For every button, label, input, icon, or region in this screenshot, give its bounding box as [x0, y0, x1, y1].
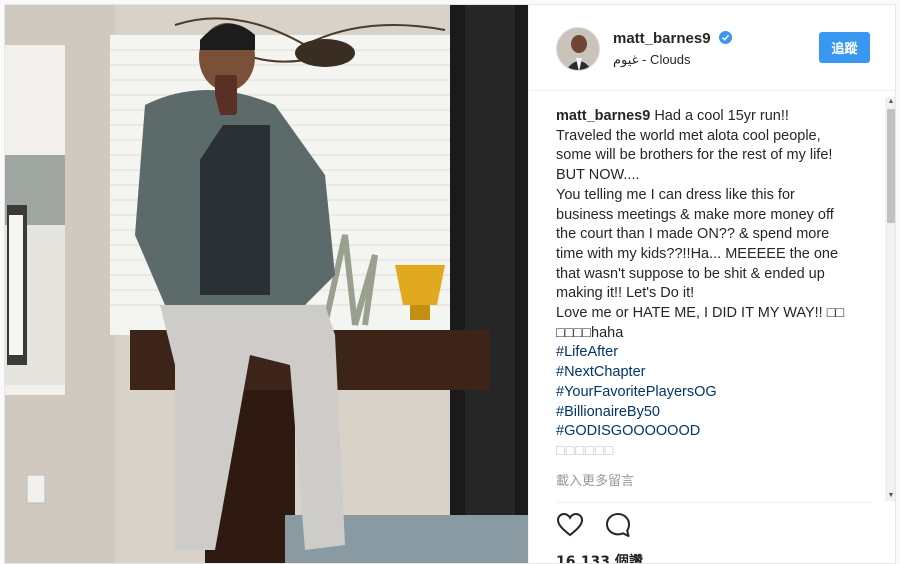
hashtag-link[interactable]: #NextChapter [556, 363, 886, 383]
caption-area: matt_barnes9 Had a cool 15yr run!! Trave… [556, 107, 886, 503]
caption-line: □□□□haha [556, 324, 624, 341]
caption-line: that wasn't suppose to be shit & ended u… [556, 265, 825, 282]
hashtag-link[interactable]: #YourFavoritePlayersOG [556, 383, 886, 403]
caption-line: You telling me I can dress like this for [556, 186, 795, 203]
profile-username[interactable]: matt_barnes9 [613, 30, 732, 47]
username-text[interactable]: matt_barnes9 [613, 30, 711, 47]
scroll-up-arrow-icon[interactable]: ▲ [885, 97, 895, 107]
caption-line: business meetings & make more money off [556, 206, 834, 223]
comments-scrollbar[interactable]: ▲ ▼ [885, 97, 895, 501]
avatar-image [557, 28, 599, 70]
caption-line: Had a cool 15yr run!! [654, 108, 789, 124]
caption-line: Traveled the world met alota cool people… [556, 127, 821, 144]
comment-icon[interactable] [604, 511, 632, 539]
divider [556, 502, 871, 503]
post-side-panel: matt_barnes9 غيوم - Clouds 追蹤 matt_barne… [528, 5, 895, 563]
caption-line: making it!! Let's Do it! [556, 285, 695, 302]
caption-line: BUT NOW.... [556, 167, 640, 184]
caption-first-line: matt_barnes9 Had a cool 15yr run!! [556, 107, 886, 127]
post-location[interactable]: غيوم - Clouds [613, 52, 691, 68]
photo-illustration [5, 5, 528, 563]
follow-button[interactable]: 追蹤 [819, 32, 870, 63]
likes-count[interactable]: 16,133 個讚 [556, 551, 643, 563]
post-header: matt_barnes9 غيوم - Clouds 追蹤 [529, 5, 895, 91]
verified-badge-icon [718, 31, 732, 44]
caption-line: Love me or HATE ME, I DID IT MY WAY!! □□ [556, 305, 845, 322]
heart-icon[interactable] [556, 511, 584, 539]
hashtag-link[interactable]: #GODISGOOOOOOD [556, 422, 886, 442]
instagram-post: matt_barnes9 غيوم - Clouds 追蹤 matt_barne… [4, 4, 896, 564]
load-more-comments-link[interactable]: 載入更多留言 [556, 472, 886, 492]
post-photo[interactable] [5, 5, 528, 563]
hashtag-link[interactable]: #LifeAfter [556, 343, 886, 363]
caption-author[interactable]: matt_barnes9 [556, 108, 650, 124]
caption-emoji-glyphs: □□□□□□ [556, 442, 615, 459]
scrollbar-thumb[interactable] [887, 109, 895, 223]
post-actions [556, 511, 648, 539]
hashtag-link[interactable]: #BillionaireBy50 [556, 403, 886, 423]
scroll-down-arrow-icon[interactable]: ▼ [885, 491, 895, 501]
caption-line: time with my kids??!!Ha... MEEEEE the on… [556, 245, 839, 262]
caption-line: the court than I made ON?? & spend more [556, 226, 830, 243]
caption-line: some will be brothers for the rest of my… [556, 147, 833, 164]
avatar[interactable] [556, 27, 600, 71]
